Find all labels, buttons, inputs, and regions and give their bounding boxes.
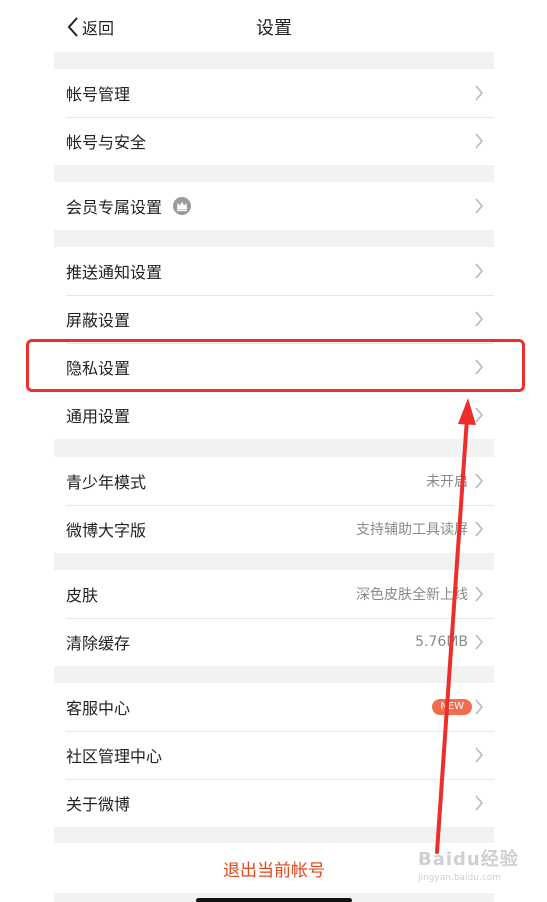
watermark: Baidu经验 jingyan.baidu.com xyxy=(418,845,519,883)
annotation-arrow-icon xyxy=(435,398,476,854)
watermark-sub: jingyan.baidu.com xyxy=(418,873,502,883)
watermark-main: Baidu经验 xyxy=(418,849,519,870)
